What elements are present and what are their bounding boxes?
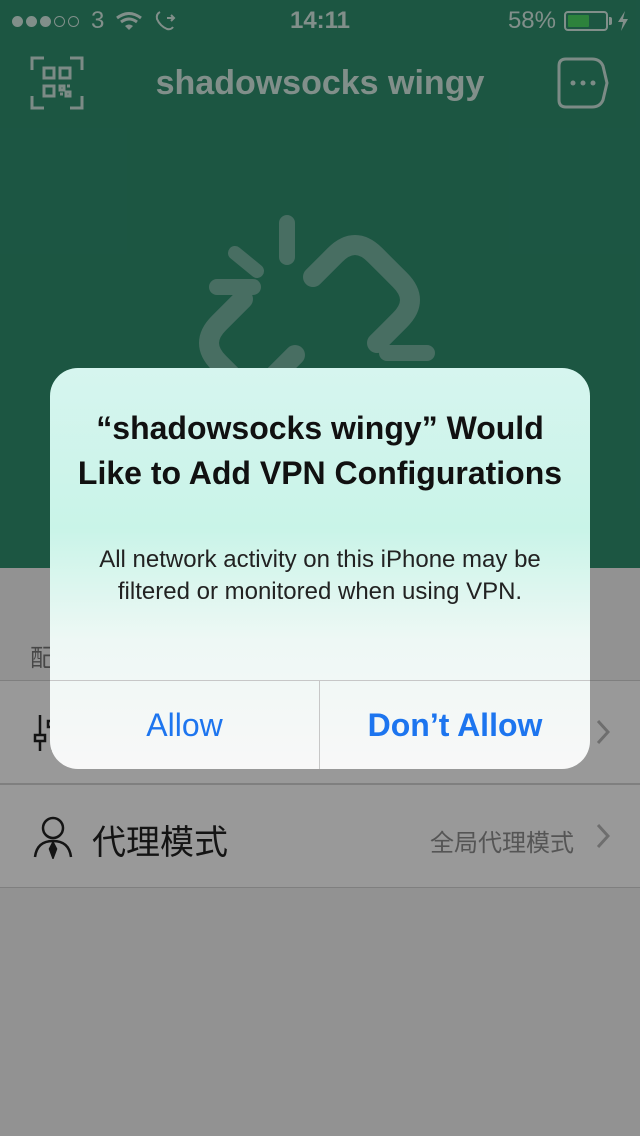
alert-title: “shadowsocks wingy” Would Like to Add VP… — [77, 410, 563, 491]
allow-button[interactable]: Allow — [50, 681, 320, 769]
dont-allow-button[interactable]: Don’t Allow — [320, 681, 590, 769]
vpn-permission-alert: “shadowsocks wingy” Would Like to Add VP… — [50, 368, 590, 769]
alert-message: All network activity on this iPhone may … — [99, 546, 541, 605]
alert-button-bar: Allow Don’t Allow — [50, 680, 590, 769]
